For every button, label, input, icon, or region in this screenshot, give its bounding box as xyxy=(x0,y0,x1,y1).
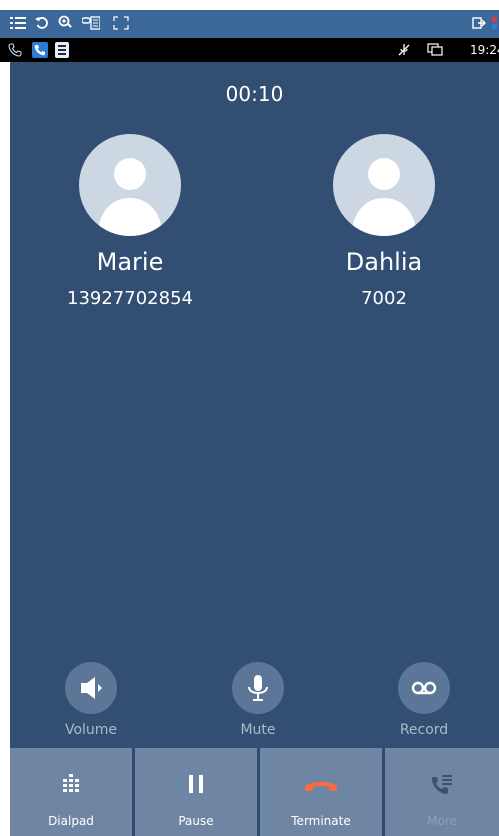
clock: 19:24 xyxy=(470,43,499,57)
avatar xyxy=(79,134,181,236)
pause-button[interactable]: Pause xyxy=(135,748,257,836)
mute-label: Mute xyxy=(240,722,276,738)
left-gutter xyxy=(0,62,10,836)
back-icon[interactable] xyxy=(35,16,49,30)
record-button[interactable]: Record xyxy=(364,662,484,738)
call-timer: 00:10 xyxy=(225,82,284,106)
party-name: Marie xyxy=(96,248,164,276)
more-button[interactable]: More xyxy=(385,748,499,836)
fullscreen-icon[interactable] xyxy=(113,16,129,30)
mic-off-icon xyxy=(398,44,410,56)
microphone-icon xyxy=(248,675,268,701)
call-screen: 19:24 00:10 Marie 13927702854 xyxy=(0,0,499,836)
screen-icon[interactable] xyxy=(82,16,100,30)
record-circle[interactable] xyxy=(398,662,450,714)
more-icon xyxy=(432,775,452,794)
pause-icon xyxy=(189,775,203,793)
party-number: 13927702854 xyxy=(67,288,193,309)
volume-circle[interactable] xyxy=(65,662,117,714)
dialpad-label: Dialpad xyxy=(48,814,94,828)
volume-button[interactable]: Volume xyxy=(31,662,151,738)
indicator-icon xyxy=(492,17,497,29)
status-bar: 19:24 xyxy=(0,38,499,62)
active-call-icon xyxy=(32,42,48,58)
call-area: 00:10 Marie 13927702854 Dahlia 7002 Volu… xyxy=(10,62,499,836)
pause-label: Pause xyxy=(178,814,214,828)
terminate-label: Terminate xyxy=(291,814,351,828)
person-icon xyxy=(351,158,417,236)
search-icon[interactable] xyxy=(58,15,73,30)
dialpad-icon xyxy=(63,774,79,792)
avatar xyxy=(333,134,435,236)
person-icon xyxy=(97,158,163,236)
speaker-icon xyxy=(81,677,102,699)
record-label: Record xyxy=(399,722,449,738)
party-number: 7002 xyxy=(361,288,407,309)
dialpad-button[interactable]: Dialpad xyxy=(10,748,132,836)
mute-circle[interactable] xyxy=(232,662,284,714)
hang-up-icon xyxy=(305,782,337,791)
terminate-button[interactable]: Terminate xyxy=(260,748,382,836)
more-label: More xyxy=(427,814,457,828)
recorder-icon xyxy=(411,681,437,695)
navigation-bar xyxy=(0,10,499,38)
sim-card-icon xyxy=(55,42,69,58)
screen-share-icon xyxy=(427,43,443,56)
menu-icon[interactable] xyxy=(10,16,26,30)
top-strip xyxy=(0,0,499,10)
phone-outline-icon xyxy=(8,43,22,57)
party-dahlia: Dahlia 7002 xyxy=(284,134,484,309)
party-name: Dahlia xyxy=(345,248,423,276)
party-marie: Marie 13927702854 xyxy=(30,134,230,309)
volume-label: Volume xyxy=(64,722,118,738)
logout-icon[interactable] xyxy=(472,16,486,30)
mute-button[interactable]: Mute xyxy=(198,662,318,738)
